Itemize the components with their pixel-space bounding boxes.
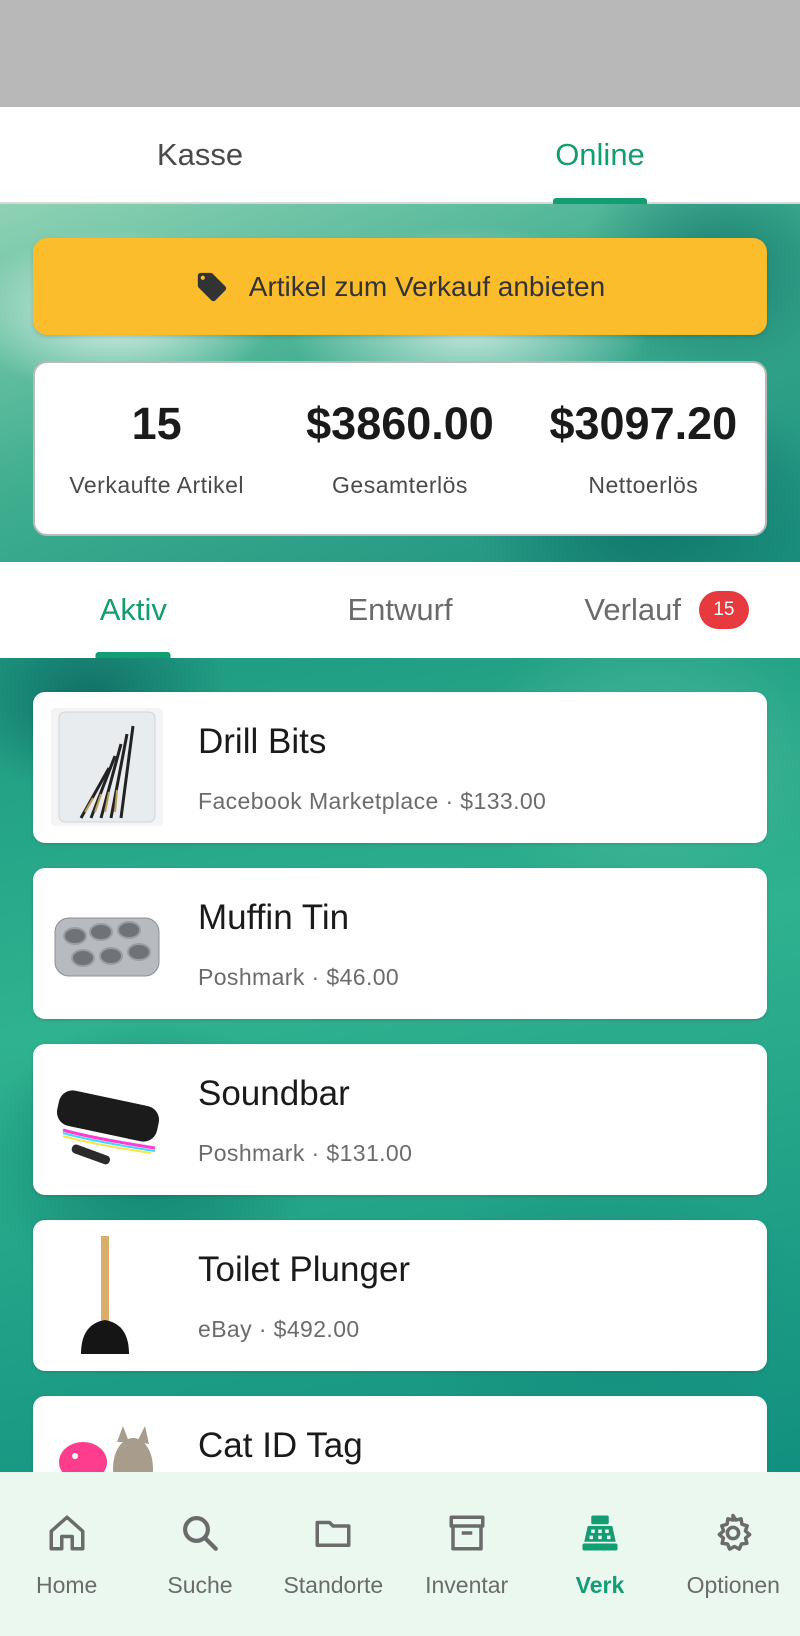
stat-value: 15 (131, 398, 182, 449)
item-meta: Poshmark · $46.00 (198, 964, 400, 990)
tab-online-label: Online (555, 136, 645, 172)
nav-options-label: Optionen (686, 1572, 780, 1598)
home-icon (49, 1515, 85, 1551)
search-icon (183, 1516, 218, 1551)
gear-icon (717, 1513, 752, 1551)
history-count-badge: 15 (698, 591, 749, 629)
bottom-navigation: Home Suche Standorte Inventar Verk Optio… (0, 1472, 800, 1636)
cash-register-icon (582, 1515, 618, 1551)
nav-sell-label: Verk (575, 1572, 625, 1598)
stat-items-sold: 15 Verkaufte Artikel (35, 363, 278, 534)
list-item[interactable]: Toilet Plunger eBay · $492.00 (33, 1220, 767, 1371)
nav-locations[interactable]: Standorte (267, 1472, 400, 1636)
tab-verlauf-label: Verlauf (584, 592, 681, 627)
item-meta: Poshmark · $131.00 (198, 1140, 413, 1166)
stat-label: Nettoerlös (588, 472, 699, 498)
tab-online[interactable]: Online (400, 107, 800, 204)
stat-total-revenue: $3860.00 Gesamterlös (278, 363, 521, 534)
nav-search-label: Suche (167, 1572, 233, 1598)
item-title: Muffin Tin (198, 898, 350, 937)
folder-icon (315, 1520, 351, 1547)
soundbar-image (51, 1060, 163, 1178)
item-title: Soundbar (198, 1074, 350, 1113)
cat-id-tag-image (51, 1412, 163, 1472)
nav-sell[interactable]: Verk (533, 1472, 666, 1636)
tab-aktiv[interactable]: Aktiv (0, 562, 267, 658)
stat-label: Gesamterlös (332, 472, 468, 498)
stat-net-revenue: $3097.20 Nettoerlös (522, 363, 765, 534)
stat-value: $3860.00 (306, 398, 494, 449)
item-meta: Facebook Marketplace · $133.00 (198, 788, 547, 814)
item-title: Toilet Plunger (198, 1250, 411, 1289)
toilet-plunger-image (51, 1236, 163, 1354)
tab-kasse[interactable]: Kasse (0, 107, 400, 202)
listing-list[interactable]: Drill Bits Facebook Marketplace · $133.0… (0, 658, 800, 1472)
nav-home-label: Home (35, 1572, 98, 1598)
drill-bits-image (51, 708, 163, 826)
nav-inventory[interactable]: Inventar (400, 1472, 533, 1636)
listing-tab-bar: Aktiv Entwurf Verlauf 15 (0, 562, 800, 658)
tab-entwurf-label: Entwurf (347, 592, 453, 627)
muffin-tin-image (51, 884, 163, 1002)
nav-search[interactable]: Suche (133, 1472, 266, 1636)
item-title: Cat ID Tag (198, 1426, 363, 1465)
tab-entwurf[interactable]: Entwurf (267, 562, 534, 658)
nav-options[interactable]: Optionen (667, 1472, 800, 1636)
nav-home[interactable]: Home (0, 1472, 133, 1636)
list-item[interactable]: Soundbar Poshmark · $131.00 (33, 1044, 767, 1195)
sell-item-label: Artikel zum Verkauf anbieten (248, 270, 606, 302)
nav-locations-label: Standorte (283, 1572, 384, 1598)
list-item[interactable]: Muffin Tin Poshmark · $46.00 (33, 868, 767, 1019)
top-tab-bar: Kasse Online (0, 107, 800, 204)
list-item[interactable]: Drill Bits Facebook Marketplace · $133.0… (33, 692, 767, 843)
tab-aktiv-label: Aktiv (99, 592, 167, 627)
nav-inventory-label: Inventar (425, 1572, 509, 1598)
list-item[interactable]: Cat ID Tag (33, 1396, 767, 1472)
status-bar (0, 0, 800, 107)
item-meta: eBay · $492.00 (198, 1316, 360, 1342)
tag-icon (197, 272, 226, 301)
tab-kasse-label: Kasse (156, 136, 244, 172)
stat-label: Verkaufte Artikel (69, 472, 245, 498)
sell-item-button[interactable]: Artikel zum Verkauf anbieten (33, 238, 767, 335)
archive-icon (449, 1515, 485, 1551)
item-title: Drill Bits (198, 722, 327, 761)
tab-verlauf[interactable]: Verlauf 15 (533, 562, 800, 658)
stat-value: $3097.20 (549, 398, 738, 449)
sales-stats-card: 15 Verkaufte Artikel $3860.00 Gesamterlö… (33, 361, 767, 536)
